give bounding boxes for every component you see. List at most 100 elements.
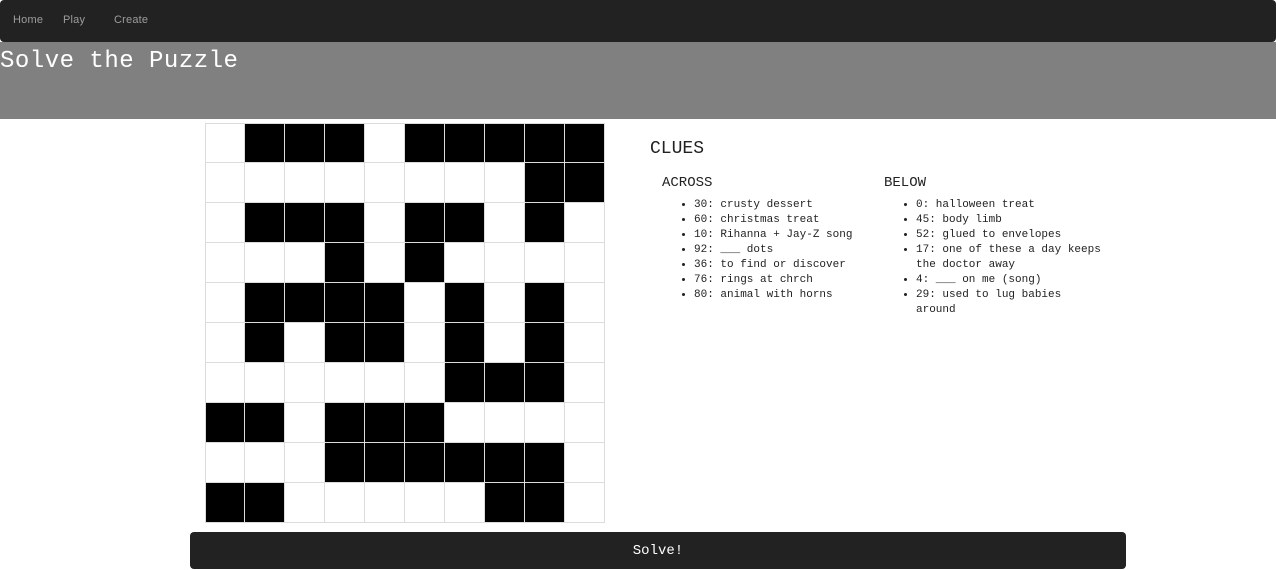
nav-home-link[interactable]: Home: [13, 14, 43, 26]
grid-cell-open[interactable]: [285, 403, 325, 443]
below-clue-item: 17: one of these a day keeps the doctor …: [916, 243, 1101, 273]
below-clue-list: 0: halloween treat45: body limb52: glued…: [884, 198, 1101, 318]
solve-button[interactable]: Solve!: [190, 532, 1126, 569]
grid-cell-open[interactable]: [485, 283, 525, 323]
grid-cell-open[interactable]: [365, 163, 405, 203]
grid-cell-blocked: [485, 363, 525, 403]
grid-cell-blocked: [445, 123, 485, 163]
grid-cell-blocked: [405, 403, 445, 443]
grid-cell-blocked: [485, 483, 525, 523]
grid-cell-open[interactable]: [205, 443, 245, 483]
grid-cell-open[interactable]: [405, 323, 445, 363]
grid-cell-blocked: [325, 323, 365, 363]
grid-cell-blocked: [205, 483, 245, 523]
grid-cell-open[interactable]: [365, 203, 405, 243]
grid-cell-open[interactable]: [565, 323, 605, 363]
across-clue-item: 92: ___ dots: [694, 243, 894, 258]
below-clue-item: 45: body limb: [916, 213, 1101, 228]
crossword-grid: [205, 123, 605, 523]
grid-cell-blocked: [405, 243, 445, 283]
nav-play-link[interactable]: Play: [63, 14, 85, 26]
grid-cell-open[interactable]: [485, 203, 525, 243]
grid-cell-open[interactable]: [565, 203, 605, 243]
grid-cell-open[interactable]: [245, 363, 285, 403]
grid-cell-open[interactable]: [245, 243, 285, 283]
grid-cell-blocked: [205, 403, 245, 443]
grid-cell-blocked: [245, 283, 285, 323]
below-heading: BELOW: [884, 175, 927, 191]
grid-cell-blocked: [245, 323, 285, 363]
below-clue-item: 0: halloween treat: [916, 198, 1101, 213]
grid-cell-blocked: [325, 283, 365, 323]
grid-cell-blocked: [525, 483, 565, 523]
grid-cell-open[interactable]: [365, 123, 405, 163]
grid-cell-open[interactable]: [325, 363, 365, 403]
grid-cell-open[interactable]: [285, 243, 325, 283]
grid-cell-open[interactable]: [485, 323, 525, 363]
grid-cell-open[interactable]: [565, 403, 605, 443]
below-clue-item: 4: ___ on me (song): [916, 273, 1101, 288]
clues-heading: CLUES: [650, 139, 705, 159]
grid-cell-open[interactable]: [405, 483, 445, 523]
grid-cell-open[interactable]: [285, 443, 325, 483]
below-clue-item: 52: glued to envelopes: [916, 228, 1101, 243]
grid-cell-open[interactable]: [365, 483, 405, 523]
grid-cell-open[interactable]: [445, 163, 485, 203]
grid-cell-blocked: [405, 123, 445, 163]
grid-cell-open[interactable]: [205, 163, 245, 203]
grid-cell-blocked: [245, 483, 285, 523]
grid-cell-open[interactable]: [445, 243, 485, 283]
grid-cell-blocked: [285, 123, 325, 163]
grid-cell-open[interactable]: [205, 243, 245, 283]
grid-cell-blocked: [325, 443, 365, 483]
grid-cell-open[interactable]: [485, 243, 525, 283]
grid-cell-blocked: [525, 163, 565, 203]
grid-cell-open[interactable]: [485, 163, 525, 203]
grid-cell-open[interactable]: [285, 323, 325, 363]
grid-cell-open[interactable]: [245, 443, 285, 483]
grid-cell-open[interactable]: [205, 283, 245, 323]
grid-cell-open[interactable]: [525, 403, 565, 443]
grid-cell-open[interactable]: [245, 163, 285, 203]
grid-cell-open[interactable]: [565, 283, 605, 323]
grid-cell-open[interactable]: [205, 323, 245, 363]
grid-cell-open[interactable]: [405, 283, 445, 323]
grid-cell-open[interactable]: [285, 483, 325, 523]
grid-cell-open[interactable]: [325, 163, 365, 203]
grid-cell-open[interactable]: [285, 163, 325, 203]
grid-cell-blocked: [245, 203, 285, 243]
grid-cell-open[interactable]: [325, 483, 365, 523]
grid-cell-open[interactable]: [365, 243, 405, 283]
grid-cell-blocked: [365, 403, 405, 443]
grid-cell-open[interactable]: [565, 483, 605, 523]
across-heading: ACROSS: [662, 175, 713, 191]
grid-cell-open[interactable]: [405, 363, 445, 403]
grid-cell-open[interactable]: [445, 483, 485, 523]
grid-cell-blocked: [485, 443, 525, 483]
grid-cell-blocked: [405, 443, 445, 483]
grid-cell-open[interactable]: [365, 363, 405, 403]
grid-cell-open[interactable]: [405, 163, 445, 203]
grid-cell-blocked: [445, 363, 485, 403]
grid-cell-open[interactable]: [565, 243, 605, 283]
grid-cell-open[interactable]: [205, 363, 245, 403]
nav-create-link[interactable]: Create: [114, 14, 148, 26]
grid-cell-blocked: [325, 203, 365, 243]
grid-cell-blocked: [365, 323, 405, 363]
grid-cell-open[interactable]: [445, 403, 485, 443]
grid-cell-blocked: [525, 443, 565, 483]
grid-cell-open[interactable]: [565, 443, 605, 483]
across-clue-item: 36: to find or discover: [694, 258, 894, 273]
grid-cell-open[interactable]: [525, 243, 565, 283]
grid-cell-open[interactable]: [565, 363, 605, 403]
across-clue-item: 76: rings at chrch: [694, 273, 894, 288]
grid-cell-blocked: [485, 123, 525, 163]
header-banner: Solve the Puzzle: [0, 42, 1276, 119]
top-navbar: Home Play Create: [0, 0, 1276, 42]
grid-cell-blocked: [245, 123, 285, 163]
grid-cell-open[interactable]: [205, 123, 245, 163]
grid-cell-open[interactable]: [485, 403, 525, 443]
grid-cell-open[interactable]: [205, 203, 245, 243]
grid-cell-open[interactable]: [285, 363, 325, 403]
grid-cell-blocked: [365, 443, 405, 483]
